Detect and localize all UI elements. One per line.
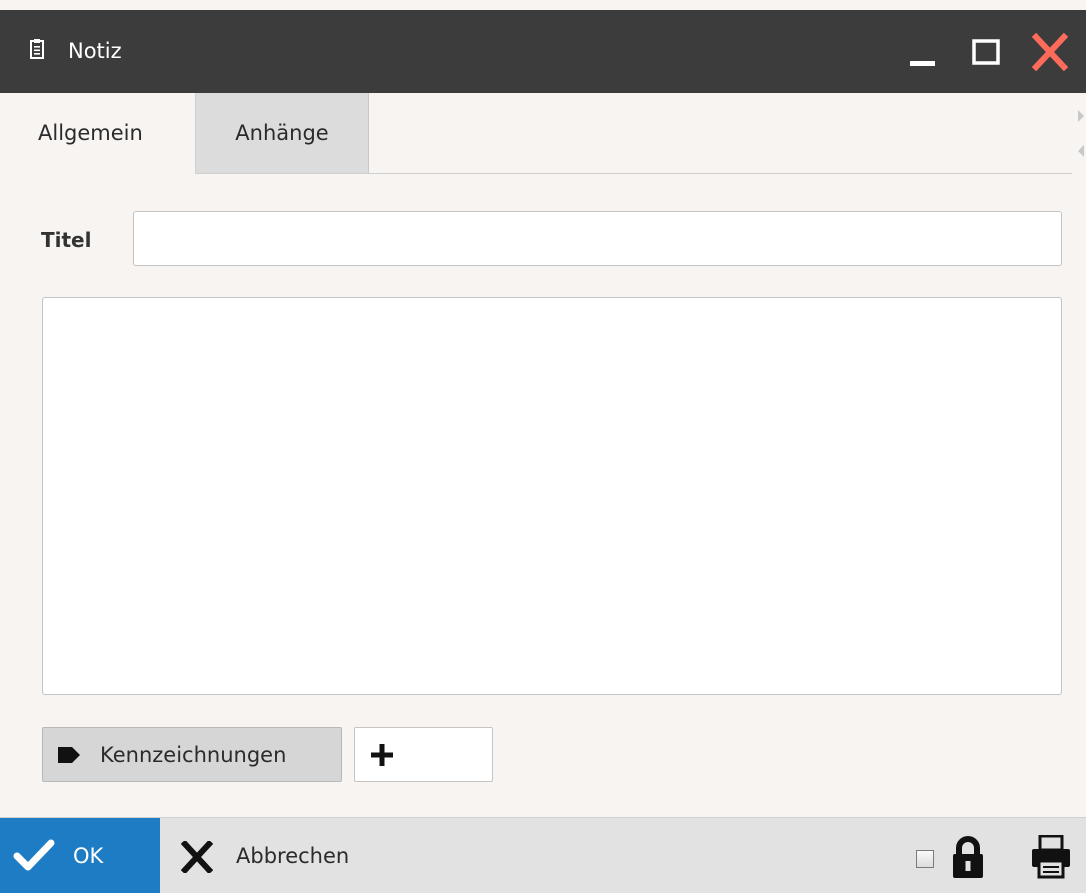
minimize-button[interactable] <box>905 32 945 72</box>
close-button[interactable] <box>1030 32 1070 72</box>
add-tag-button[interactable] <box>354 727 493 782</box>
maximize-button[interactable] <box>968 32 1008 72</box>
footer-bar: OK Abbrechen <box>0 817 1086 893</box>
tab-scroll-arrows[interactable] <box>1072 100 1086 160</box>
cancel-label: Abbrechen <box>236 844 350 868</box>
printer-icon[interactable] <box>1030 834 1072 879</box>
minimize-icon <box>905 57 945 76</box>
ok-button[interactable]: OK <box>0 818 160 893</box>
title-input[interactable] <box>133 211 1062 266</box>
tab-anhaenge[interactable]: Anhänge <box>196 93 369 173</box>
note-body-textarea[interactable] <box>42 297 1062 695</box>
tags-button-label: Kennzeichnungen <box>100 743 287 767</box>
tab-allgemein[interactable]: Allgemein <box>0 93 196 174</box>
window-title: Notiz <box>68 39 122 63</box>
tags-button[interactable]: Kennzeichnungen <box>42 727 342 782</box>
plus-icon <box>371 744 393 766</box>
tab-bar: Allgemein Anhänge <box>0 93 1072 174</box>
close-icon <box>1030 32 1070 76</box>
ok-label: OK <box>73 844 104 868</box>
lock-checkbox[interactable] <box>916 850 934 868</box>
x-icon <box>180 839 214 875</box>
lock-icon <box>951 835 985 879</box>
tag-icon <box>57 745 81 765</box>
cancel-button[interactable]: Abbrechen <box>175 818 390 893</box>
clipboard-icon <box>30 39 44 59</box>
title-label: Titel <box>41 228 92 252</box>
maximize-icon <box>968 39 1008 76</box>
checkmark-icon <box>13 839 55 873</box>
note-dialog: Notiz Allgemein Anhänge Titel Kennzeichn… <box>0 0 1086 893</box>
title-bar[interactable]: Notiz <box>0 10 1086 93</box>
